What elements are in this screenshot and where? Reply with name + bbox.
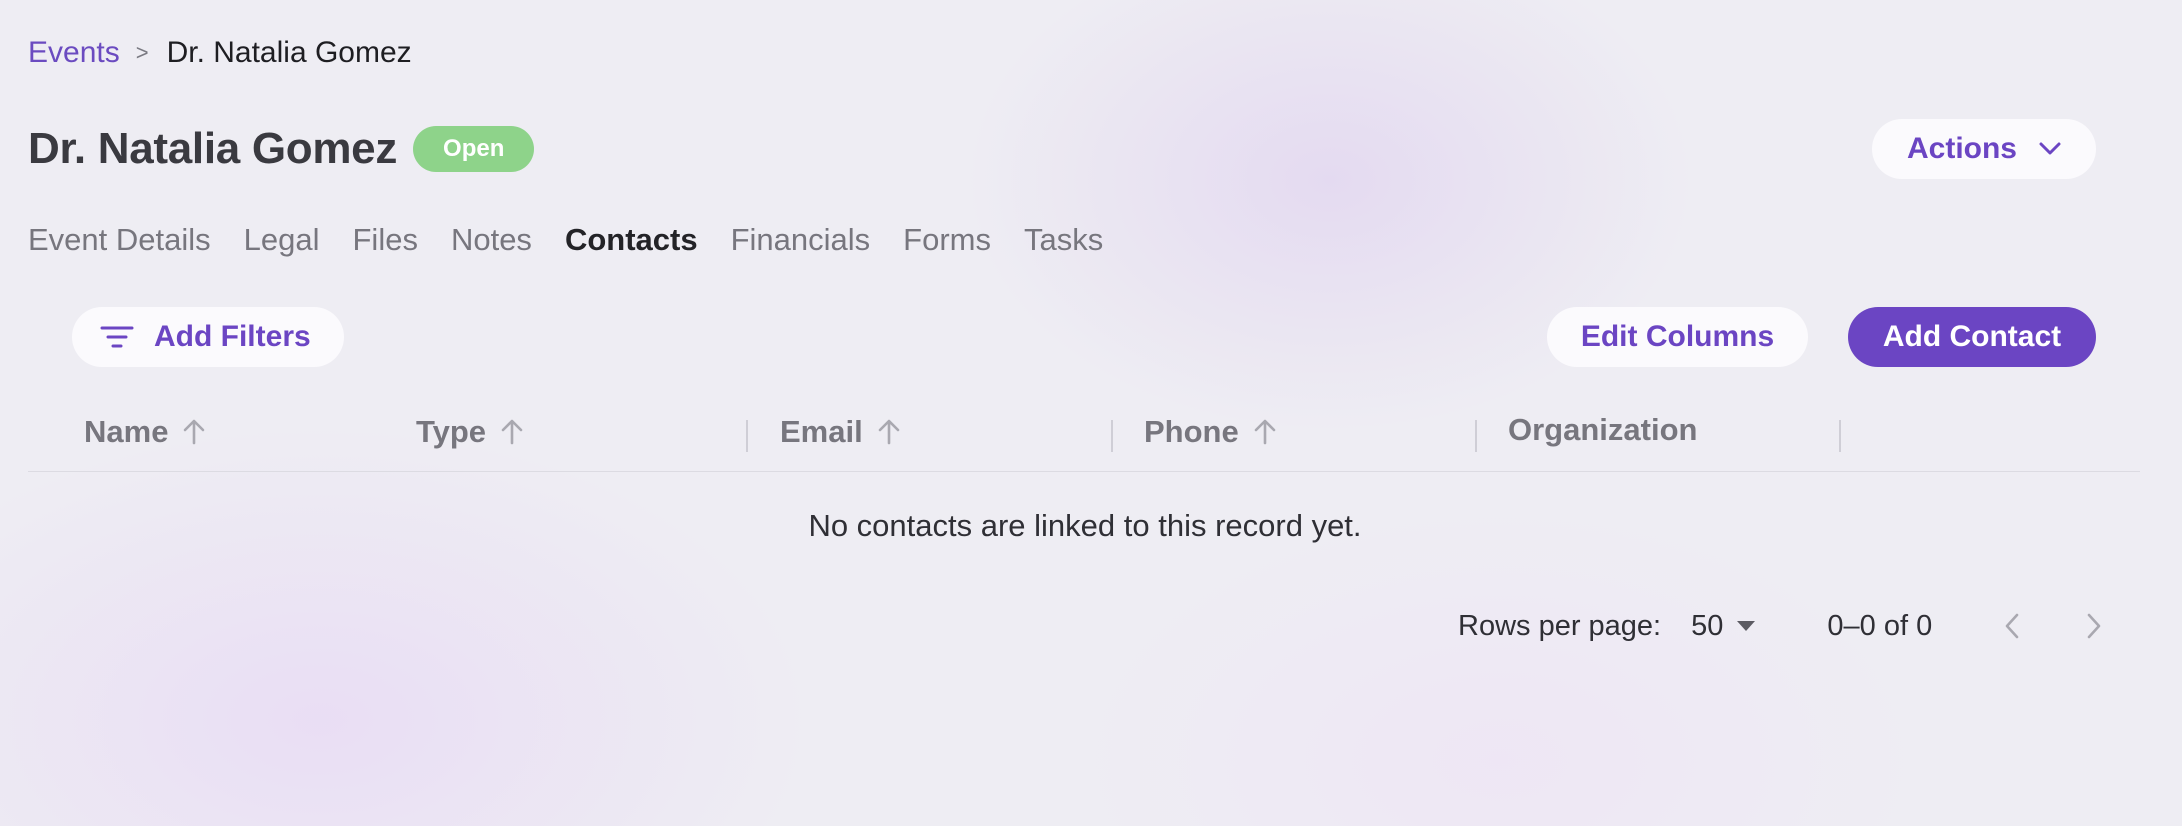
column-label: Phone xyxy=(1144,414,1239,449)
chevron-down-icon xyxy=(2039,142,2061,155)
breadcrumb-current: Dr. Natalia Gomez xyxy=(166,36,412,69)
chevron-left-icon xyxy=(2005,613,2019,639)
pagination: Rows per page: 50 0–0 of 0 xyxy=(1458,606,2114,646)
column-resize-handle[interactable] xyxy=(746,420,748,452)
chevron-right-icon xyxy=(2087,613,2101,639)
previous-page-button[interactable] xyxy=(1992,606,2032,646)
tab-event-details[interactable]: Event Details xyxy=(28,222,211,258)
column-resize-handle[interactable] xyxy=(1111,420,1113,452)
tab-financials[interactable]: Financials xyxy=(731,222,871,258)
column-label: Organization xyxy=(1508,412,1698,447)
add-contact-button[interactable]: Add Contact xyxy=(1848,307,2096,367)
rows-per-page-value: 50 xyxy=(1691,609,1724,642)
column-label: Type xyxy=(416,414,487,449)
tab-legal[interactable]: Legal xyxy=(244,222,320,258)
breadcrumb-separator: > xyxy=(135,40,149,65)
caret-down-icon xyxy=(1737,621,1756,631)
status-badge: Open xyxy=(413,126,535,172)
edit-columns-button[interactable]: Edit Columns xyxy=(1547,307,1808,367)
column-label: Name xyxy=(84,414,169,449)
tab-files[interactable]: Files xyxy=(353,222,418,258)
rows-per-page-select[interactable]: 50 xyxy=(1691,610,1757,643)
column-header-organization[interactable]: Organization xyxy=(1508,412,1697,448)
tab-contacts[interactable]: Contacts xyxy=(565,222,698,258)
tab-notes[interactable]: Notes xyxy=(451,222,532,258)
add-filters-button[interactable]: Add Filters xyxy=(72,307,344,367)
rows-per-page-label: Rows per page: xyxy=(1458,609,1662,642)
page-title: Dr. Natalia Gomez xyxy=(28,124,398,173)
add-filters-label: Add Filters xyxy=(154,320,311,353)
tab-tasks[interactable]: Tasks xyxy=(1024,222,1103,258)
arrow-up-icon xyxy=(878,419,900,445)
next-page-button[interactable] xyxy=(2074,606,2114,646)
column-resize-handle[interactable] xyxy=(1839,420,1841,452)
title-row: Dr. Natalia Gomez Open xyxy=(28,124,535,174)
table-header: Name Type Email Phone Organization xyxy=(28,400,2140,472)
breadcrumb: Events > Dr. Natalia Gomez xyxy=(28,36,412,70)
pagination-range: 0–0 of 0 xyxy=(1827,609,1933,642)
column-label: Email xyxy=(780,414,863,449)
empty-state-message: No contacts are linked to this record ye… xyxy=(808,508,1362,543)
tab-forms[interactable]: Forms xyxy=(903,222,991,258)
filter-icon xyxy=(100,326,134,348)
arrow-up-icon xyxy=(1254,419,1276,445)
tab-bar: Event Details Legal Files Notes Contacts… xyxy=(28,222,1103,258)
actions-label: Actions xyxy=(1906,132,2017,165)
column-header-phone[interactable]: Phone xyxy=(1144,414,1277,450)
column-header-email[interactable]: Email xyxy=(780,414,901,450)
actions-button[interactable]: Actions xyxy=(1872,119,2096,179)
column-header-type[interactable]: Type xyxy=(416,414,524,450)
arrow-up-icon xyxy=(501,419,523,445)
arrow-up-icon xyxy=(184,419,205,445)
breadcrumb-link-events[interactable]: Events xyxy=(28,36,120,70)
column-resize-handle[interactable] xyxy=(1475,420,1477,452)
column-header-name[interactable]: Name xyxy=(84,414,206,450)
